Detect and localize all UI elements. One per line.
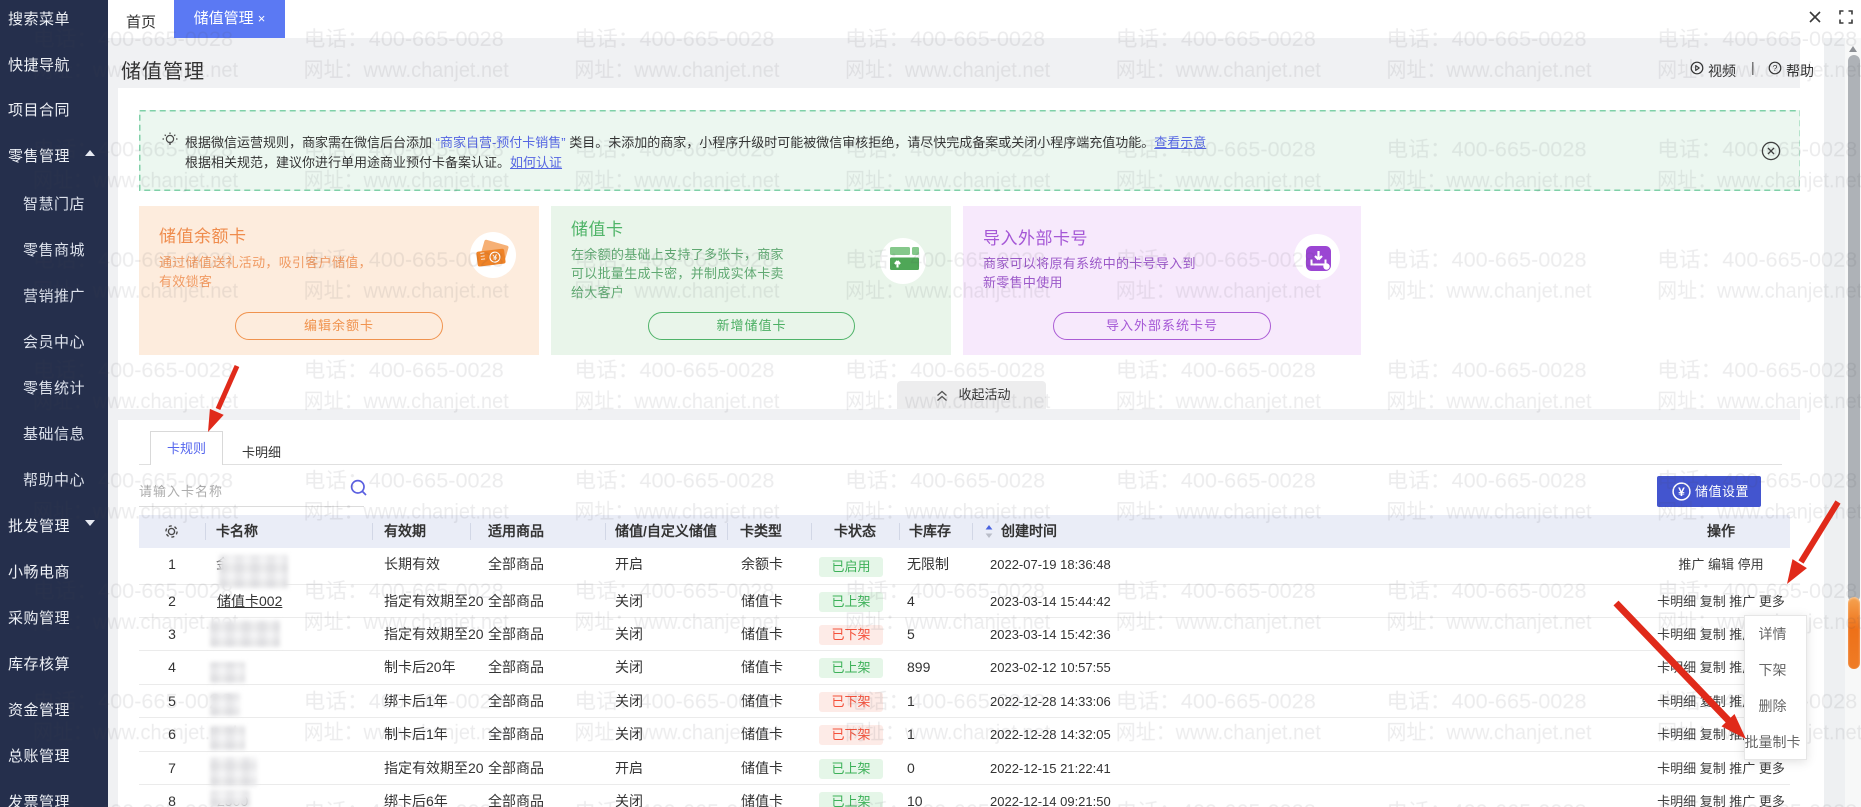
svg-text:?: ?	[1773, 63, 1778, 73]
svg-text:¥: ¥	[1678, 485, 1685, 499]
